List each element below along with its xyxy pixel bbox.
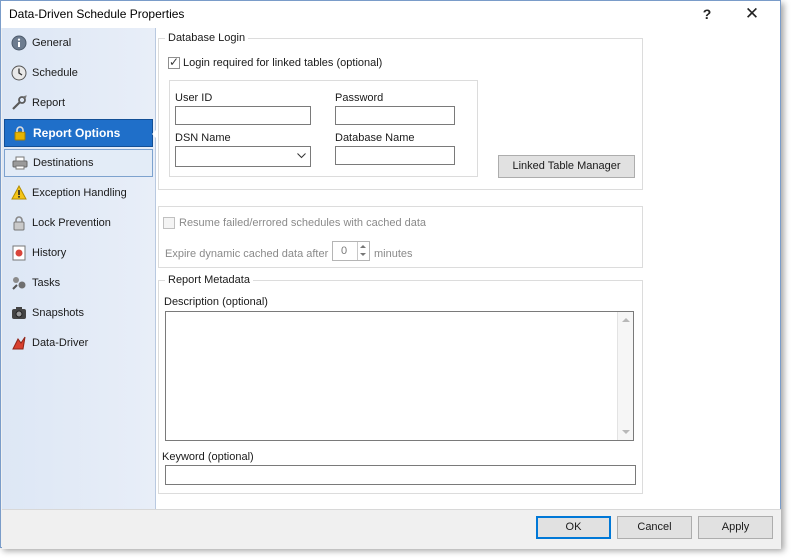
sidebar-item-lock-prevention[interactable]: Lock Prevention [4,209,153,237]
sidebar-item-snapshots[interactable]: Snapshots [4,299,153,327]
sidebar-item-history[interactable]: History [4,239,153,267]
sidebar-item-label: Exception Handling [32,187,127,199]
scroll-down-icon[interactable] [622,430,630,434]
ok-button[interactable]: OK [536,516,611,539]
chevron-down-icon [297,151,306,161]
database-name-field[interactable] [335,146,455,165]
group-title: Database Login [165,32,249,44]
password-field[interactable] [335,106,455,125]
login-required-label: Login required for linked tables (option… [183,57,383,69]
database-name-label: Database Name [335,132,415,144]
description-textarea[interactable] [165,311,634,441]
camera-icon [10,304,28,322]
sidebar-item-data-driver[interactable]: Data-Driver [4,329,153,357]
sidebar-item-label: Data-Driver [32,337,89,349]
dialog-footer: OK Cancel Apply [2,509,781,549]
expire-minutes-value: 0 [341,245,348,257]
cancel-button-label: Cancel [637,521,672,533]
tasks-icon [10,274,28,292]
expire-cache-label: Expire dynamic cached data after [165,248,329,260]
history-icon [10,244,28,262]
resume-cached-checkbox[interactable] [163,217,175,229]
help-button[interactable]: ? [691,3,723,25]
resume-cached-label: Resume failed/errored schedules with cac… [179,217,427,229]
minutes-label: minutes [374,248,413,260]
sidebar-item-general[interactable]: General [4,29,153,57]
description-label: Description (optional) [164,296,268,308]
scroll-up-icon[interactable] [622,318,630,322]
sidebar-item-tasks[interactable]: Tasks [4,269,153,297]
description-scrollbar[interactable] [617,312,633,440]
close-button[interactable]: ✕ [735,3,769,25]
apply-button-label: Apply [721,521,750,533]
lock-icon [11,124,29,142]
keyword-field[interactable] [165,465,636,485]
clock-icon [10,64,28,82]
stepper-up-icon[interactable] [360,245,366,248]
dsn-name-label: DSN Name [175,132,231,144]
sidebar-item-label: General [32,37,72,49]
cache-group: Resume failed/errored schedules with cac… [158,206,643,268]
sidebar-item-destinations[interactable]: Destinations [4,149,153,177]
sidebar-item-label: Report [32,97,66,109]
info-icon [10,34,28,52]
sidebar-item-schedule[interactable]: Schedule [4,59,153,87]
sidebar-item-label: History [32,247,67,259]
printer-icon [11,154,29,172]
ok-button-label: OK [565,521,582,533]
linked-table-manager-button[interactable]: Linked Table Manager [498,155,635,178]
user-id-label: User ID [175,92,213,104]
cancel-button[interactable]: Cancel [617,516,692,539]
login-required-checkbox[interactable] [168,55,180,69]
warning-icon [10,184,28,202]
report-options-panel: Database Login Login required for linked… [156,28,780,509]
data-driver-icon [10,334,28,352]
sidebar-item-label: Lock Prevention [32,217,111,229]
user-id-field[interactable] [175,106,311,125]
sidebar-item-report-options[interactable]: Report Options [4,119,159,147]
sidebar-item-label: Schedule [32,67,78,79]
stepper-buttons[interactable] [357,242,369,260]
expire-minutes-stepper[interactable]: 0 [332,241,370,261]
sidebar-item-exception-handling[interactable]: Exception Handling [4,179,153,207]
credentials-box: User ID Password DSN Name Database Name [169,80,478,177]
window-title: Data-Driven Schedule Properties [9,7,185,21]
apply-button[interactable]: Apply [698,516,773,539]
stepper-down-icon[interactable] [360,253,366,256]
report-metadata-group: Report Metadata Description (optional) K… [158,274,643,494]
sidebar-item-label: Tasks [32,277,61,289]
group-title: Report Metadata [165,274,253,286]
sidebar-item-label: Snapshots [32,307,84,319]
padlock-icon [10,214,28,232]
wrench-icon [10,94,28,112]
sidebar-item-label: Report Options [33,126,121,140]
title-bar: Data-Driven Schedule Properties ? ✕ [1,1,780,28]
database-login-group: Database Login Login required for linked… [158,32,643,190]
dsn-name-dropdown[interactable] [175,146,311,167]
sidebar-item-label: Destinations [33,157,94,169]
sidebar: General Schedule Report Report Options D… [2,28,159,527]
sidebar-item-report[interactable]: Report [4,89,153,117]
keyword-label: Keyword (optional) [162,451,254,463]
password-label: Password [335,92,384,104]
properties-dialog: Data-Driven Schedule Properties ? ✕ Gene… [0,0,781,549]
